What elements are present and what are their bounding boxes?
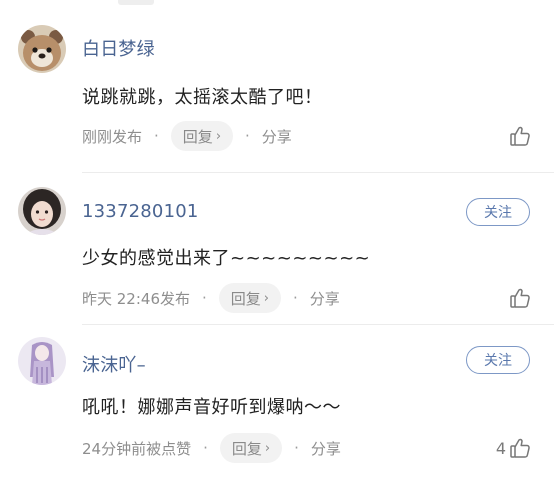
like-button[interactable] xyxy=(508,124,532,148)
comment-meta: 刚刚发布 · 回复 › · 分享 xyxy=(82,121,292,151)
reply-label: 回复 xyxy=(182,127,213,146)
username[interactable]: 白日梦绿 xyxy=(82,35,155,61)
timestamp: 刚刚发布 xyxy=(82,127,143,146)
share-button[interactable]: 分享 xyxy=(310,288,340,309)
like-button[interactable]: 4 xyxy=(496,436,532,460)
reply-label: 回复 xyxy=(230,289,261,308)
separator-dot: · xyxy=(293,289,298,307)
separator-dot: · xyxy=(203,439,208,457)
share-button[interactable]: 分享 xyxy=(262,126,292,147)
follow-button[interactable]: 关注 xyxy=(466,198,530,226)
reply-button[interactable]: 回复 › xyxy=(170,121,234,151)
username[interactable]: 沫沫吖– xyxy=(82,351,146,377)
chevron-right-icon: › xyxy=(215,128,222,144)
illustration-avatar[interactable] xyxy=(18,337,66,385)
chevron-right-icon: › xyxy=(263,290,269,306)
follow-button[interactable]: 关注 xyxy=(466,346,530,374)
thumbs-up-icon xyxy=(510,438,530,458)
reply-button[interactable]: 回复 › xyxy=(219,433,283,463)
like-button[interactable] xyxy=(508,286,532,310)
girl-avatar[interactable] xyxy=(18,187,66,235)
comment-meta: 昨天 22:46发布 · 回复 › · 分享 xyxy=(82,283,340,313)
comment-item: 沫沫吖– 关注 吼吼！娜娜声音好听到爆呐～～ 24分钟前被点赞 · 回复 › ·… xyxy=(0,322,554,472)
comment-text: 说跳就跳，太摇滚太酷了吧！ xyxy=(82,87,323,108)
comment-item: 白日梦绿 说跳就跳，太摇滚太酷了吧！ 刚刚发布 · 回复 › · 分享 xyxy=(0,12,554,162)
separator-dot: · xyxy=(294,439,299,457)
separator-dot: · xyxy=(245,127,250,145)
thumbs-up-icon xyxy=(510,288,530,308)
timestamp: 昨天 22:46发布 xyxy=(82,289,190,308)
like-count: 4 xyxy=(495,438,506,458)
reply-label: 回复 xyxy=(231,439,262,458)
timestamp: 24分钟前被点赞 xyxy=(82,439,192,458)
share-button[interactable]: 分享 xyxy=(311,438,341,459)
top-edge-decoration xyxy=(118,0,154,5)
separator-dot: · xyxy=(202,289,207,307)
thumbs-up-icon xyxy=(510,126,530,146)
reply-button[interactable]: 回复 › xyxy=(218,283,281,313)
comment-meta: 24分钟前被点赞 · 回复 › · 分享 xyxy=(82,433,341,463)
bear-avatar[interactable] xyxy=(18,25,66,73)
comment-text: 少女的感觉出来了~~~~~~~~~ xyxy=(82,248,371,269)
username[interactable]: 1337280101 xyxy=(82,201,199,222)
comment-text: 吼吼！娜娜声音好听到爆呐～～ xyxy=(82,397,341,418)
chevron-right-icon: › xyxy=(264,440,271,456)
separator-dot: · xyxy=(154,127,159,145)
comment-item: 1337280101 关注 少女的感觉出来了~~~~~~~~~ 昨天 22:46… xyxy=(0,170,554,320)
